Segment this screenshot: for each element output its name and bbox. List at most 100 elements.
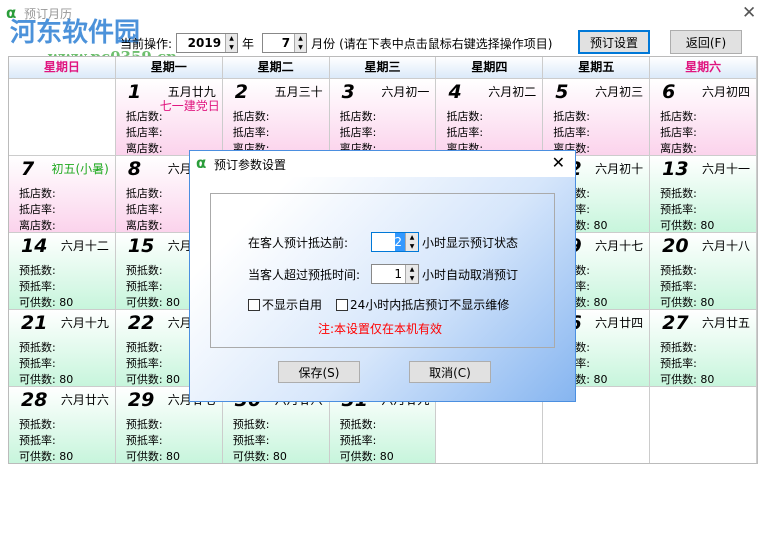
calendar-row: 1 五月廿九 七一建党日 抵店数: 抵店率: 离店数: 2 五月三十 抵店数: 抵店率: 离店数: 3… — [9, 78, 758, 155]
year-spinner[interactable]: 2019 ▲ ▼ — [176, 33, 239, 53]
spinner-arrows-icon[interactable]: ▲ ▼ — [294, 34, 307, 52]
stat-line: 抵店数: — [232, 110, 270, 123]
stat-line: 预抵率: — [125, 357, 163, 370]
booking-settings-button[interactable]: 预订设置 — [578, 30, 650, 54]
stat-line: 预抵数: — [19, 264, 56, 277]
stat-line: 抵店率: — [660, 126, 697, 139]
day-cell[interactable]: 13 六月十一 预抵数: 预抵率: 可供数: 80 — [650, 156, 758, 232]
day-cell[interactable]: 21 六月十九 预抵数: 预抵率: 可供数: 80 — [9, 310, 116, 386]
overdue-hours-value[interactable]: 1 — [372, 265, 405, 283]
stat-line: 预抵数: — [19, 418, 56, 431]
hide-maintenance-checkbox[interactable]: 24小时内抵店预订不显示维修 — [336, 296, 509, 313]
overdue-label: 当客人超过预抵时间: — [248, 268, 361, 282]
app-logo-icon: α — [196, 154, 207, 172]
dialog-close-icon[interactable]: ✕ — [552, 153, 565, 172]
stat-line: 可供数: 80 — [19, 296, 74, 309]
day-cell[interactable]: 28 六月廿六 预抵数: 预抵率: 可供数: 80 — [9, 387, 116, 463]
stat-line: 预抵数: — [125, 341, 163, 354]
day-cell[interactable]: 14 六月十二 预抵数: 预抵率: 可供数: 80 — [9, 233, 116, 309]
spinner-arrows-icon[interactable]: ▲ ▼ — [405, 233, 418, 251]
day-cell[interactable]: 3 六月初一 抵店数: 抵店率: 离店数: — [329, 79, 437, 155]
lunar-date: 六月十八 — [702, 239, 751, 253]
stat-line: 预抵数: — [19, 341, 56, 354]
back-button[interactable]: 返回(F) — [670, 30, 742, 54]
hide-self-use-checkbox[interactable]: 不显示自用 — [248, 296, 322, 313]
stat-line: 预抵数: — [339, 418, 377, 431]
day-number: 3 — [341, 81, 355, 103]
day-cell — [650, 387, 758, 463]
day-cell[interactable]: 6 六月初四 抵店数: 抵店率: 离店数: — [650, 79, 758, 155]
overdue-suffix: 小时自动取消预订 — [422, 268, 519, 282]
window-close-icon[interactable]: ✕ — [742, 3, 756, 23]
day-stats: 预抵数: 预抵率: 可供数: 80 — [233, 417, 287, 463]
overdue-hours-spinner[interactable]: 1 ▲ ▼ — [371, 264, 419, 284]
weekday-header-cell: 星期四 — [436, 57, 544, 78]
day-cell[interactable]: 2 五月三十 抵店数: 抵店率: 离店数: — [222, 79, 330, 155]
day-stats: 抵店数: 抵店率: 离店数: — [233, 109, 270, 155]
spinner-arrows-icon[interactable]: ▲ ▼ — [405, 265, 418, 283]
day-number: 28 — [21, 389, 48, 411]
lunar-date: 六月初一 — [381, 85, 430, 99]
day-stats: 抵店数: 抵店率: 离店数: — [340, 109, 377, 155]
stat-line: 预抵率: — [660, 357, 697, 370]
weekday-header-cell: 星期二 — [222, 57, 330, 78]
stat-line: 抵店率: — [125, 203, 163, 216]
lunar-date: 初五(小暑) — [51, 162, 109, 176]
checkbox-label: 24小时内抵店预订不显示维修 — [350, 298, 510, 312]
day-cell[interactable]: 20 六月十八 预抵数: 预抵率: 可供数: 80 — [650, 233, 758, 309]
weekday-header-cell: 星期五 — [543, 57, 651, 78]
stat-line: 预抵率: — [19, 434, 56, 447]
lunar-date: 六月廿四 — [595, 316, 644, 330]
lunar-date: 六月廿五 — [702, 316, 751, 330]
checkbox-icon[interactable] — [336, 299, 348, 311]
day-cell[interactable]: 1 五月廿九 七一建党日 抵店数: 抵店率: 离店数: — [115, 79, 223, 155]
arrival-hours-spinner[interactable]: 2 ▲ ▼ — [371, 232, 419, 252]
weekday-header-cell: 星期一 — [115, 57, 223, 78]
day-number: 6 — [662, 81, 676, 103]
lunar-date: 六月廿六 — [60, 393, 109, 407]
day-stats: 抵店数: 抵店率: 离店数: — [126, 109, 163, 155]
stat-line: 离店数: — [125, 219, 163, 232]
day-number: 27 — [662, 312, 689, 334]
arrival-suffix: 小时显示预订状态 — [422, 236, 519, 250]
arrival-hours-value[interactable]: 2 — [372, 233, 405, 251]
day-number: 20 — [662, 235, 689, 257]
stat-line: 抵店数: — [125, 187, 163, 200]
weekday-header: 星期日 星期一 星期二 星期三 星期四 星期五 星期六 — [9, 57, 758, 78]
day-number: 7 — [21, 158, 35, 180]
stat-line: 可供数: 80 — [19, 373, 74, 386]
lunar-date: 六月十七 — [595, 239, 644, 253]
stat-line: 可供数: 80 — [339, 450, 394, 463]
month-spinner[interactable]: 7 ▲ ▼ — [262, 33, 308, 53]
stat-line: 预抵率: — [125, 280, 163, 293]
day-number: 21 — [21, 312, 48, 334]
stat-line: 可供数: 80 — [660, 373, 715, 386]
stat-line: 离店数: — [660, 142, 697, 155]
stat-line: 预抵数: — [660, 341, 697, 354]
day-stats: 预抵数: 预抵率: 可供数: 80 — [660, 186, 714, 232]
stat-line: 抵店数: — [19, 187, 56, 200]
save-button[interactable]: 保存(S) — [278, 361, 360, 383]
checkbox-icon[interactable] — [248, 299, 260, 311]
stat-line: 抵店率: — [232, 126, 270, 139]
lunar-date: 六月十一 — [702, 162, 751, 176]
stat-line: 离店数: — [19, 219, 56, 232]
stat-line: 可供数: 80 — [19, 450, 74, 463]
lunar-date: 六月十九 — [60, 316, 109, 330]
day-number: 22 — [127, 312, 155, 334]
stat-line: 可供数: 80 — [125, 450, 181, 463]
day-cell[interactable]: 7 初五(小暑) 抵店数: 抵店率: 离店数: — [9, 156, 116, 232]
stat-line: 可供数: 80 — [232, 450, 287, 463]
stat-line: 可供数: 80 — [125, 296, 181, 309]
cancel-button[interactable]: 取消(C) — [409, 361, 491, 383]
dialog-title-bar: α 预订参数设置 ✕ — [190, 151, 575, 177]
stat-line: 预抵率: — [232, 434, 270, 447]
stat-line: 抵店率: — [553, 126, 591, 139]
stat-line: 预抵数: — [125, 264, 163, 277]
note-text: 注:本设置仅在本机有效 — [318, 322, 443, 336]
day-cell[interactable]: 27 六月廿五 预抵数: 预抵率: 可供数: 80 — [650, 310, 758, 386]
stat-line: 可供数: 80 — [660, 296, 715, 309]
day-cell[interactable]: 4 六月初二 抵店数: 抵店率: 离店数: — [436, 79, 544, 155]
spinner-arrows-icon[interactable]: ▲ ▼ — [225, 34, 238, 52]
day-cell[interactable]: 5 六月初三 抵店数: 抵店率: 离店数: — [543, 79, 651, 155]
